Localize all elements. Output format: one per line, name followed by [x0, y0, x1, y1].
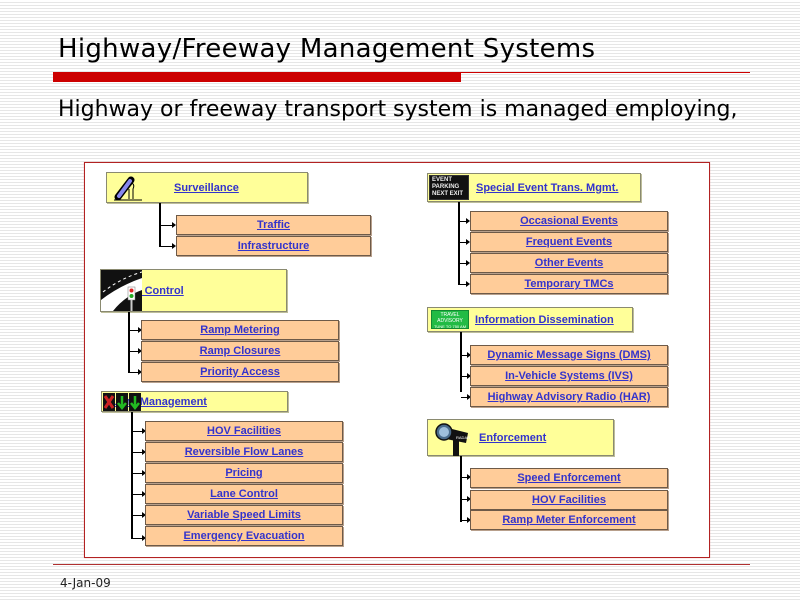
footer-date: 4-Jan-09: [60, 576, 111, 590]
child-box-frequent-events[interactable]: Frequent Events: [470, 232, 668, 252]
travel-advisory-sign-icon: TRAVEL ADVISORY TUNE TO 750 AM: [431, 310, 469, 329]
footer-divider: [53, 564, 750, 565]
sign-text-line: EVENT: [432, 177, 453, 183]
parent-label-information-dissemination: Information Dissemination: [475, 313, 614, 326]
child-box-hov-facilities[interactable]: HOV Facilities: [145, 421, 343, 441]
radar-gun-icon: RADAR: [434, 421, 472, 456]
lane-control-signals-icon: [103, 393, 143, 411]
connector-line: [458, 202, 460, 285]
child-box-variable-speed-limits[interactable]: Variable Speed Limits: [145, 505, 343, 525]
child-box-pricing[interactable]: Pricing: [145, 463, 343, 483]
child-box-occasional-events[interactable]: Occasional Events: [470, 211, 668, 231]
event-parking-sign-icon: EVENT PARKING NEXT EXIT: [429, 175, 469, 200]
ramp-signal-icon: [101, 270, 142, 311]
surveillance-camera-icon: [110, 175, 146, 202]
child-box-in-vehicle-systems[interactable]: In-Vehicle Systems (IVS): [470, 366, 668, 386]
child-box-traffic[interactable]: Traffic: [176, 215, 371, 235]
sign-text-line: TUNE TO 750 AM: [433, 324, 467, 329]
sign-text-line: PARKING: [432, 184, 460, 190]
parent-box-enforcement[interactable]: RADAR Enforcement: [427, 419, 614, 456]
child-box-ramp-closures[interactable]: Ramp Closures: [141, 341, 339, 361]
parent-box-surveillance[interactable]: Surveillance: [106, 172, 308, 203]
child-box-lane-control[interactable]: Lane Control: [145, 484, 343, 504]
child-box-ramp-metering[interactable]: Ramp Metering: [141, 320, 339, 340]
parent-box-lane-management[interactable]: Lane Management: [101, 391, 288, 412]
child-box-temporary-tmcs[interactable]: Temporary TMCs: [470, 274, 668, 294]
sign-text-line: NEXT EXIT: [432, 191, 464, 197]
connector-line: [128, 312, 130, 373]
child-box-priority-access[interactable]: Priority Access: [141, 362, 339, 382]
parent-label-enforcement: Enforcement: [479, 431, 547, 444]
child-box-hov-facilities-enforcement[interactable]: HOV Facilities: [470, 490, 668, 510]
child-box-other-events[interactable]: Other Events: [470, 253, 668, 273]
management-systems-diagram: Surveillance Traffic Infrastructure Ramp…: [84, 162, 710, 558]
slide-title: Highway/Freeway Management Systems: [58, 34, 596, 64]
connector-line: [460, 456, 462, 522]
child-box-emergency-evacuation[interactable]: Emergency Evacuation: [145, 526, 343, 546]
radar-label: RADAR: [456, 435, 470, 440]
child-box-speed-enforcement[interactable]: Speed Enforcement: [470, 468, 668, 488]
child-box-ramp-meter-enforcement[interactable]: Ramp Meter Enforcement: [470, 510, 668, 530]
child-box-dynamic-message-signs[interactable]: Dynamic Message Signs (DMS): [470, 345, 668, 365]
parent-label-surveillance: Surveillance: [174, 181, 239, 194]
connector-line: [460, 332, 462, 392]
child-box-highway-advisory-radio[interactable]: Highway Advisory Radio (HAR): [470, 387, 668, 407]
child-box-reversible-flow-lanes[interactable]: Reversible Flow Lanes: [145, 442, 343, 462]
slide-subtitle: Highway or freeway transport system is m…: [58, 97, 738, 122]
parent-label-special-event: Special Event Trans. Mgmt.: [476, 181, 619, 194]
child-box-infrastructure[interactable]: Infrastructure: [176, 236, 371, 256]
parent-box-information-dissemination[interactable]: TRAVEL ADVISORY TUNE TO 750 AM Informati…: [427, 307, 633, 332]
title-underline-accent-bar: [53, 73, 461, 82]
parent-box-ramp-control[interactable]: Ramp Control: [100, 269, 287, 312]
parent-box-special-event[interactable]: EVENT PARKING NEXT EXIT Special Event Tr…: [427, 173, 641, 202]
